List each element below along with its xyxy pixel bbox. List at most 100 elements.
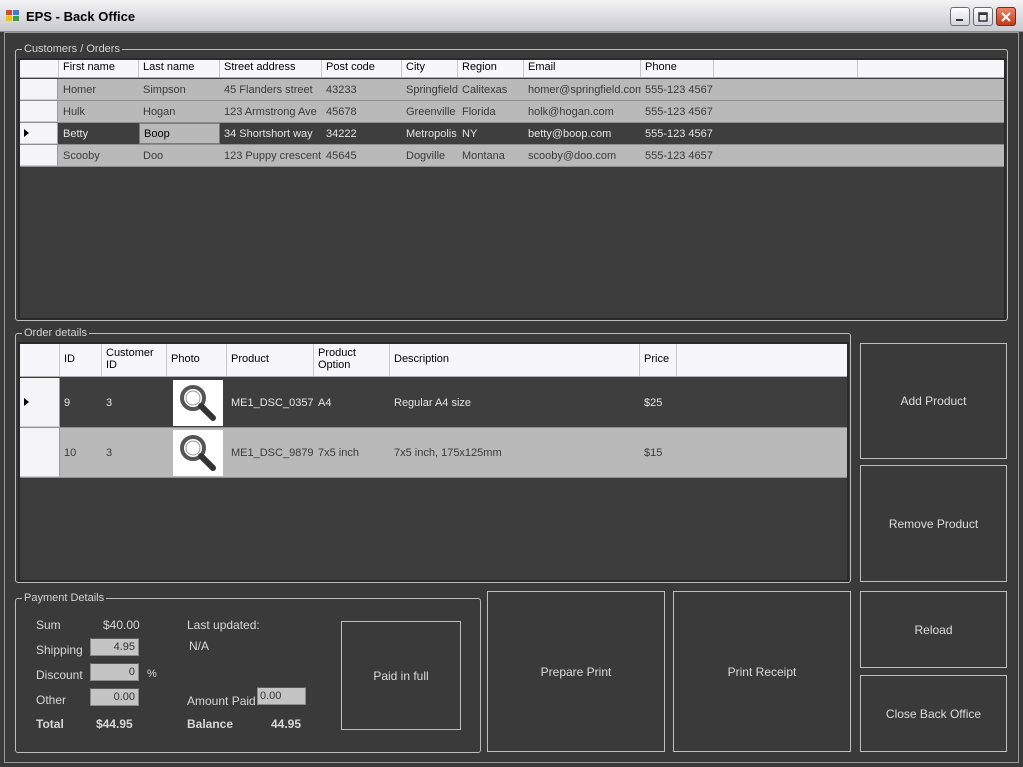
order-details-grid[interactable]: ID Customer ID Photo Product Product Opt… <box>18 342 849 582</box>
column-header-region[interactable]: Region <box>458 60 524 77</box>
cell-price[interactable]: $25 <box>640 378 677 427</box>
cell-last-name[interactable]: Hogan <box>139 101 220 122</box>
prepare-print-button[interactable]: Prepare Print <box>487 591 665 752</box>
cell-post-code[interactable]: 34222 <box>322 123 402 144</box>
cell-street-address[interactable]: 123 Puppy crescent <box>220 145 322 166</box>
discount-percent-label: % <box>147 668 157 680</box>
magnifier-icon <box>180 435 216 471</box>
cell-phone[interactable]: 555-123 4567 <box>641 79 714 100</box>
column-header-last-name[interactable]: Last name <box>139 60 220 77</box>
column-header-product[interactable]: Product <box>227 344 314 376</box>
cell-city[interactable]: Springfield <box>402 79 458 100</box>
customers-grid-header: First name Last name Street address Post… <box>20 60 1004 78</box>
cell-phone[interactable]: 555-123 4567 <box>641 123 714 144</box>
column-header-price[interactable]: Price <box>640 344 677 376</box>
cell-email[interactable]: homer@springfield.com <box>524 79 641 100</box>
column-header-blank-1 <box>714 60 858 77</box>
close-back-office-button[interactable]: Close Back Office <box>860 675 1007 752</box>
column-header-customer-id[interactable]: Customer ID <box>102 344 167 376</box>
cell-id[interactable]: 10 <box>60 428 102 477</box>
customers-grid[interactable]: First name Last name Street address Post… <box>18 58 1006 320</box>
cell-first-name[interactable]: Homer <box>59 79 139 100</box>
title-bar[interactable]: EPS - Back Office <box>0 0 1023 32</box>
cell-price[interactable]: $15 <box>640 428 677 477</box>
cell-street-address[interactable]: 123 Armstrong Ave <box>220 101 322 122</box>
window-title: EPS - Back Office <box>26 9 136 24</box>
cell-region[interactable]: Florida <box>458 101 524 122</box>
cell-region[interactable]: NY <box>458 123 524 144</box>
column-header-photo[interactable]: Photo <box>167 344 227 376</box>
order-row[interactable]: 10 3 ME1_DSC_9879 7x5 inch 7x5 inch, 175… <box>20 428 847 478</box>
discount-input[interactable] <box>90 663 139 681</box>
add-product-button[interactable]: Add Product <box>860 343 1007 459</box>
row-header[interactable] <box>20 101 58 122</box>
cell-product[interactable]: ME1_DSC_9879 <box>227 428 314 477</box>
cell-customer-id[interactable]: 3 <box>102 428 167 477</box>
photo-thumbnail[interactable] <box>173 430 223 476</box>
customer-row-selected[interactable]: Betty Boop 34 Shortshort way 34222 Metro… <box>20 123 1004 145</box>
cell-first-name[interactable]: Hulk <box>59 101 139 122</box>
remove-product-button[interactable]: Remove Product <box>860 465 1007 582</box>
cell-description[interactable]: Regular A4 size <box>390 378 640 427</box>
column-header-phone[interactable]: Phone <box>641 60 714 77</box>
reload-button[interactable]: Reload <box>860 591 1007 668</box>
customer-row[interactable]: Scooby Doo 123 Puppy crescent 45645 Dogv… <box>20 145 1004 167</box>
cell-id[interactable]: 9 <box>60 378 102 427</box>
cell-phone[interactable]: 555-123 4567 <box>641 101 714 122</box>
cell-first-name[interactable]: Betty <box>59 123 139 144</box>
order-corner-header <box>20 344 60 376</box>
cell-description[interactable]: 7x5 inch, 175x125mm <box>390 428 640 477</box>
cell-email[interactable]: scooby@doo.com <box>524 145 641 166</box>
cell-city[interactable]: Dogville <box>402 145 458 166</box>
maximize-button[interactable] <box>973 7 993 26</box>
photo-thumbnail[interactable] <box>173 380 223 426</box>
amount-paid-input[interactable] <box>257 687 306 705</box>
column-header-post-code[interactable]: Post code <box>322 60 402 77</box>
minimize-button[interactable] <box>950 7 970 26</box>
cell-email[interactable]: holk@hogan.com <box>524 101 641 122</box>
cell-product-option[interactable]: 7x5 inch <box>314 428 390 477</box>
sum-value: $40.00 <box>103 618 140 632</box>
order-row-selected[interactable]: 9 3 ME1_DSC_0357 A4 Regular A4 size $25 <box>20 378 847 428</box>
column-header-description[interactable]: Description <box>390 344 640 376</box>
cell-street-address[interactable]: 34 Shortshort way <box>220 123 322 144</box>
row-header[interactable] <box>20 79 58 100</box>
row-header-current[interactable] <box>20 378 60 427</box>
column-header-first-name[interactable]: First name <box>59 60 139 77</box>
print-receipt-button[interactable]: Print Receipt <box>673 591 851 752</box>
cell-region[interactable]: Calitexas <box>458 79 524 100</box>
cell-phone[interactable]: 555-123 4657 <box>641 145 714 166</box>
cell-last-name[interactable]: Simpson <box>139 79 220 100</box>
row-header[interactable] <box>20 428 60 477</box>
cell-post-code[interactable]: 45645 <box>322 145 402 166</box>
row-header-current[interactable] <box>20 123 58 144</box>
other-input[interactable] <box>90 688 139 706</box>
column-header-email[interactable]: Email <box>524 60 641 77</box>
cell-street-address[interactable]: 45 Flanders street <box>220 79 322 100</box>
row-header[interactable] <box>20 145 58 166</box>
cell-product[interactable]: ME1_DSC_0357 <box>227 378 314 427</box>
column-header-city[interactable]: City <box>402 60 458 77</box>
column-header-street-address[interactable]: Street address <box>220 60 322 77</box>
cell-post-code[interactable]: 45678 <box>322 101 402 122</box>
cell-region[interactable]: Montana <box>458 145 524 166</box>
current-row-arrow-icon <box>24 129 29 137</box>
shipping-input[interactable] <box>90 638 139 656</box>
customer-row[interactable]: Homer Simpson 45 Flanders street 43233 S… <box>20 79 1004 101</box>
cell-post-code[interactable]: 43233 <box>322 79 402 100</box>
magnifier-icon <box>180 385 216 421</box>
customer-row[interactable]: Hulk Hogan 123 Armstrong Ave 45678 Green… <box>20 101 1004 123</box>
paid-in-full-button[interactable]: Paid in full <box>341 621 461 730</box>
cell-city[interactable]: Metropolis <box>402 123 458 144</box>
balance-value: 44.95 <box>271 717 302 731</box>
column-header-id[interactable]: ID <box>60 344 102 376</box>
cell-email[interactable]: betty@boop.com <box>524 123 641 144</box>
cell-first-name[interactable]: Scooby <box>59 145 139 166</box>
cell-city[interactable]: Greenville <box>402 101 458 122</box>
close-window-button[interactable] <box>996 7 1016 26</box>
cell-last-name[interactable]: Doo <box>139 145 220 166</box>
cell-last-name-focused[interactable]: Boop <box>139 123 220 144</box>
column-header-product-option[interactable]: Product Option <box>314 344 390 376</box>
cell-customer-id[interactable]: 3 <box>102 378 167 427</box>
cell-product-option[interactable]: A4 <box>314 378 390 427</box>
